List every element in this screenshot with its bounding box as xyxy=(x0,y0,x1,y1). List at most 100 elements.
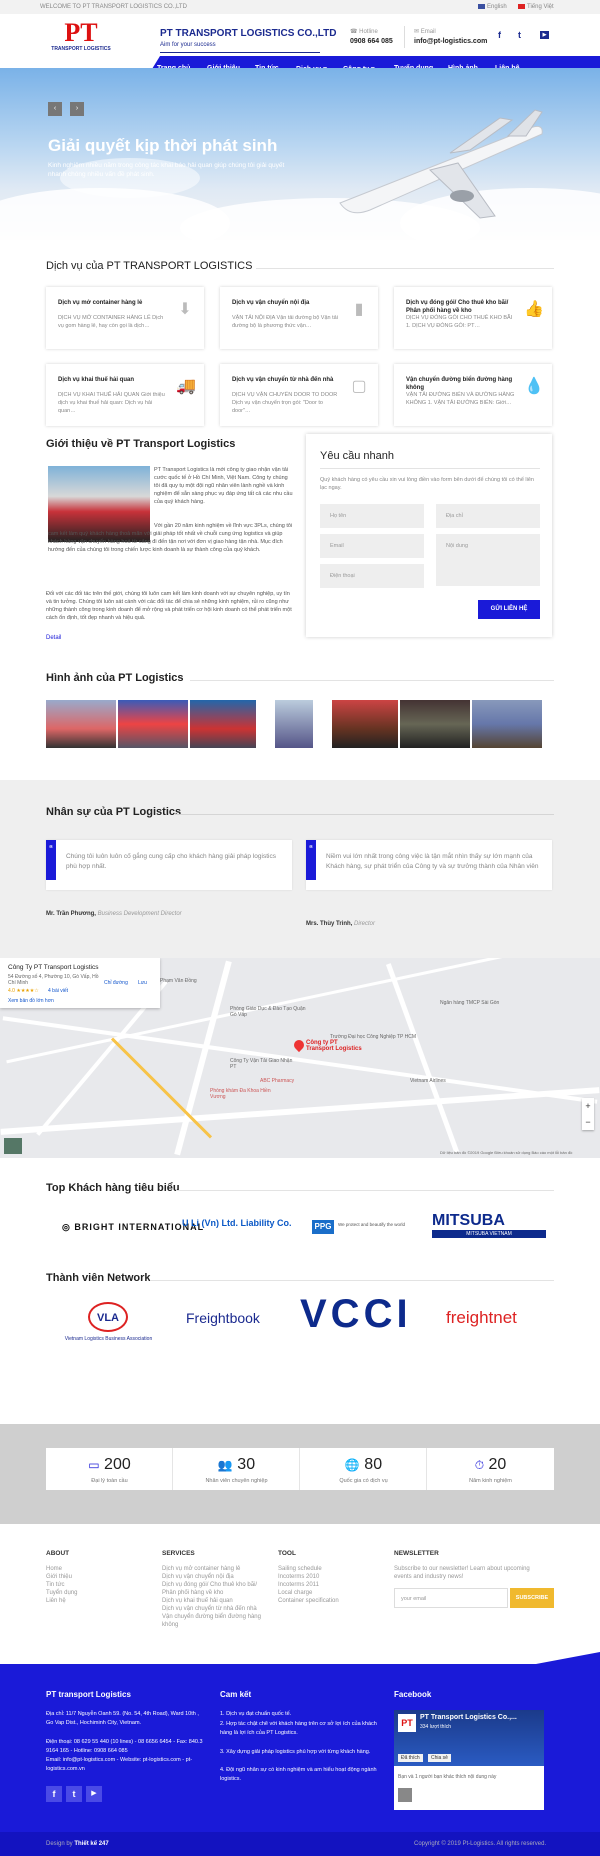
slider-next-button[interactable]: › xyxy=(70,102,84,116)
service-card[interactable]: Dịch vụ vận chuyển từ nhà đến nhà DỊCH VỤ… xyxy=(220,364,378,426)
quote-icon: “ xyxy=(309,844,313,853)
service-card[interactable]: Dịch vụ mở container hàng lẻ DỊCH VỤ MỞ C… xyxy=(46,287,204,349)
subscribe-button[interactable]: SUBSCRIBE xyxy=(510,1588,554,1608)
stat-item: ⏱ 20 Năm kinh nghiệm xyxy=(469,1456,512,1484)
map-zoom-controls: + − xyxy=(582,1098,594,1130)
footer-link[interactable]: Sailing schedule xyxy=(278,1565,378,1573)
satellite-toggle[interactable] xyxy=(4,1138,22,1154)
stat-item: 👥 30 Nhân viên chuyên nghiệp xyxy=(173,1448,300,1490)
twitter-icon[interactable]: t xyxy=(66,1786,82,1802)
users-icon: 👥 xyxy=(217,1458,233,1472)
footer-link[interactable]: Dịch vụ khai thuế hải quan xyxy=(162,1597,266,1605)
twitter-icon[interactable]: t xyxy=(518,30,521,40)
service-card[interactable]: Dịch vụ vận chuyển nội địa VẬN TẢI NỘI ĐỊ… xyxy=(220,287,378,349)
gallery-photo[interactable] xyxy=(275,700,313,748)
vn-flag-icon xyxy=(518,4,525,9)
footer-link[interactable]: Dịch vụ vận chuyển từ nhà đến nhà xyxy=(162,1605,266,1613)
youtube-icon[interactable]: ▶ xyxy=(540,31,549,39)
footer-tool: TOOL Sailing schedule Incoterms 2010 Inc… xyxy=(278,1550,378,1605)
uk-flag-icon xyxy=(478,4,485,9)
footer-link[interactable]: Tin tức xyxy=(46,1581,146,1589)
email-address[interactable]: info@pt-logistics.com xyxy=(414,38,487,45)
address-field[interactable]: Địa chỉ xyxy=(436,504,540,528)
globe-icon: 🌐 xyxy=(344,1458,360,1472)
staff-title: Nhân sự của PT Logistics xyxy=(46,806,182,818)
footer-link[interactable]: Giới thiệu xyxy=(46,1573,146,1581)
airplane-image xyxy=(339,109,543,219)
gallery-photo[interactable] xyxy=(332,700,398,748)
zoom-out-button[interactable]: − xyxy=(582,1114,594,1130)
footer-link[interactable]: Vận chuyển đường biển đường hàng không xyxy=(162,1613,266,1629)
client-logo-mitsuba[interactable]: MITSUBA xyxy=(432,1212,505,1230)
drop-icon: 💧 xyxy=(524,378,544,395)
thumbs-up-icon: 👍 xyxy=(524,301,544,318)
services-title: Dịch vụ của PT TRANSPORT LOGISTICS xyxy=(46,260,253,272)
footer-link[interactable]: Local charge xyxy=(278,1589,378,1597)
slider-prev-button[interactable]: ‹ xyxy=(48,102,62,116)
submit-button[interactable]: GỬI LIÊN HỆ xyxy=(478,600,540,619)
gallery-photo[interactable] xyxy=(46,700,116,748)
fb-liked-button[interactable]: Đã thích xyxy=(398,1754,423,1762)
directions-button[interactable]: Chỉ đường xyxy=(104,980,128,986)
enlarge-map-link[interactable]: Xem bản đồ lớn hơn xyxy=(8,998,54,1004)
client-logo-uli[interactable]: U Li (Vn) Ltd. Liability Co. xyxy=(182,1218,292,1228)
footer-link[interactable]: Tuyển dụng xyxy=(46,1589,146,1597)
footer-link[interactable]: Home xyxy=(46,1565,146,1573)
network-logo-vcci[interactable]: VCCI xyxy=(300,1292,412,1337)
testimonial-card: “Niềm vui lớn nhất trong công việc là tậ… xyxy=(306,840,552,890)
content-field[interactable]: Nội dung xyxy=(436,534,540,586)
copyright: Copyright © 2019 Pt-Logistics. All right… xyxy=(414,1841,547,1847)
service-card[interactable]: Vận chuyển đường biển đường hàng không VẬ… xyxy=(394,364,552,426)
youtube-icon[interactable]: ▶ xyxy=(86,1786,102,1802)
save-button[interactable]: Lưu xyxy=(138,980,147,986)
phone-field[interactable]: Điện thoại xyxy=(320,564,424,588)
service-card[interactable]: Dịch vụ đóng gói/ Cho thuê kho bãi/ Phân… xyxy=(394,287,552,349)
network-logo-vla[interactable]: VLA Vietnam Logistics Business Associati… xyxy=(46,1296,171,1354)
company-email: Email: info@pt-logistics.com - Website: … xyxy=(46,1757,193,1772)
gallery-photo[interactable] xyxy=(472,700,542,748)
network-title: Thành viên Network xyxy=(46,1272,151,1284)
company-address: Địa chỉ: 11/7 Nguyễn Oanh 59. (No. 54, 4… xyxy=(46,1711,199,1726)
agent-icon: ▭ xyxy=(88,1458,100,1472)
name-field[interactable]: Họ tên xyxy=(320,504,424,528)
hero-title: Giải quyết kịp thời phát sinh xyxy=(48,136,278,155)
gallery-photo[interactable] xyxy=(190,700,256,748)
bright-logo-icon: ◎ xyxy=(62,1222,75,1232)
newsletter-email-input[interactable]: your email xyxy=(394,1588,508,1608)
facebook-icon[interactable]: f xyxy=(498,30,501,40)
tagline: Aim for your success xyxy=(160,42,216,48)
client-logo-ppg[interactable]: PPG xyxy=(312,1220,334,1234)
map-info-card: Công Ty PT Transport Logistics 54 Đường … xyxy=(0,958,160,1008)
map-pin-icon[interactable] xyxy=(291,1037,307,1053)
facebook-widget[interactable]: PT PT Transport Logistics Co.,... 334 lư… xyxy=(394,1710,544,1810)
google-map[interactable]: Phạm Văn Đồng Phòng Giáo Dục & Đào Tạo Q… xyxy=(0,958,600,1158)
footer-link[interactable]: Incoterms 2011 xyxy=(278,1581,378,1589)
designer-link[interactable]: Thiết kế 247 xyxy=(74,1841,108,1847)
footer-link[interactable]: Dịch vụ vận chuyển nội địa xyxy=(162,1573,266,1581)
facebook-icon[interactable]: f xyxy=(46,1786,62,1802)
hotline-number[interactable]: 0908 664 085 xyxy=(350,38,393,45)
footer-link[interactable]: Dịch vụ đóng gói/ Cho thuê kho bãi/ Phân… xyxy=(162,1581,266,1597)
service-card[interactable]: Dịch vụ khai thuế hải quan DỊCH VỤ KHAI T… xyxy=(46,364,204,426)
email-block: ✉ Email info@pt-logistics.com xyxy=(414,29,488,45)
network-logo-freightnet[interactable]: freightnet xyxy=(446,1308,517,1328)
network-logo-freightbook[interactable]: Freightbook xyxy=(186,1310,260,1326)
staff-name: Mrs. Thùy Trinh, Director xyxy=(306,921,376,927)
footer-link[interactable]: Liên hệ xyxy=(46,1597,146,1605)
footer-link[interactable]: Incoterms 2010 xyxy=(278,1573,378,1581)
fb-share-button[interactable]: Chia sẻ xyxy=(428,1754,451,1762)
map-marker-label: Công ty PT Transport Logistics xyxy=(306,1040,362,1052)
footer-services: SERVICES Dịch vụ mở container hàng lẻ Dị… xyxy=(162,1550,266,1629)
lang-english[interactable]: English xyxy=(478,4,507,10)
zoom-in-button[interactable]: + xyxy=(582,1098,594,1114)
lang-vietnamese[interactable]: Tiếng Việt xyxy=(518,4,554,10)
intro-detail-link[interactable]: Detail xyxy=(46,635,61,641)
gallery-photo[interactable] xyxy=(400,700,470,748)
gallery-photo[interactable] xyxy=(118,700,188,748)
stats-bar: ▭ 200 Đại lý toàn cầu 👥 30 Nhân viên chuyê… xyxy=(46,1448,554,1490)
quick-request-form: Yêu cầu nhanh Quý khách hàng có yêu cầu … xyxy=(306,434,552,637)
email-field[interactable]: Email xyxy=(320,534,424,558)
footer-link[interactable]: Dịch vụ mở container hàng lẻ xyxy=(162,1565,266,1573)
footer-link[interactable]: Container specification xyxy=(278,1597,378,1605)
stat-item: ▭ 200 Đại lý toàn cầu xyxy=(46,1448,173,1490)
